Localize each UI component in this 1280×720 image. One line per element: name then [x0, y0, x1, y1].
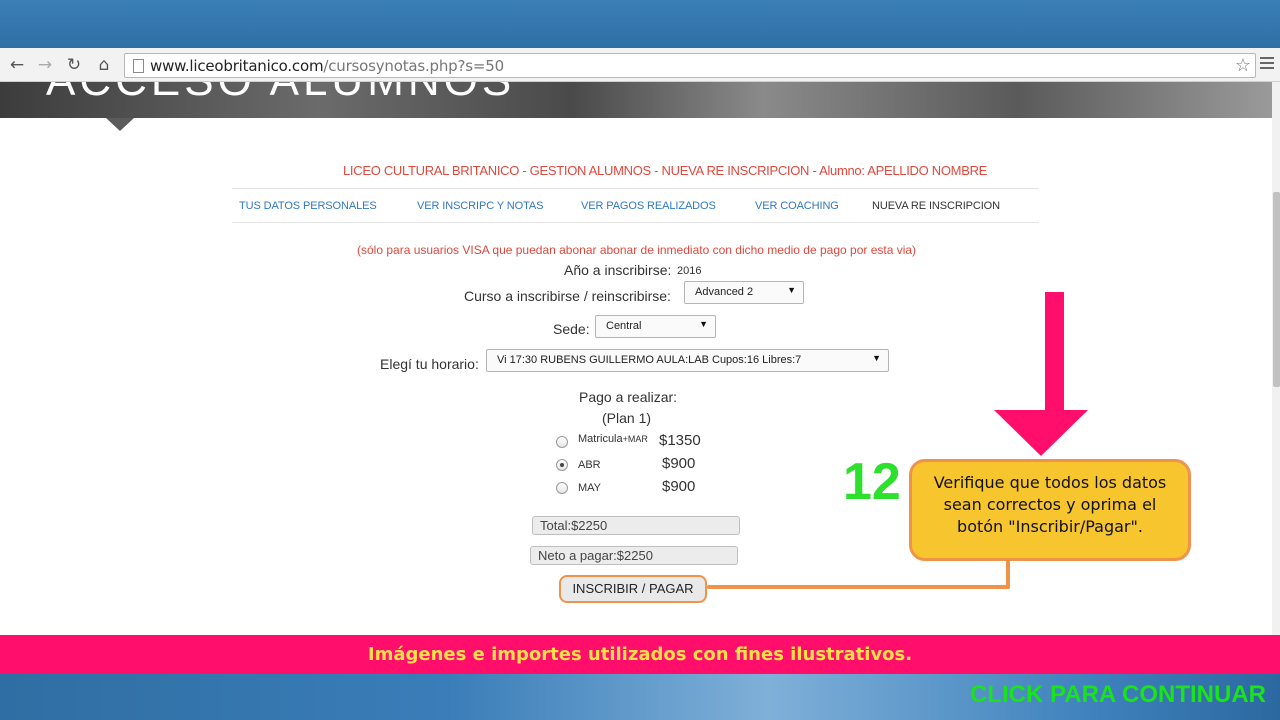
forward-icon[interactable]: → [34, 54, 56, 76]
home-icon[interactable]: ⌂ [93, 54, 115, 76]
hero-caret [106, 118, 134, 131]
radio-abr[interactable] [556, 459, 568, 471]
option-label: MAY [578, 482, 602, 494]
chevron-down-icon: ▼ [872, 353, 881, 363]
bookmark-star-icon[interactable]: ☆ [1235, 55, 1251, 76]
tab-pagos-realizados[interactable]: VER PAGOS REALIZADOS [581, 200, 716, 212]
nav-tabs: TUS DATOS PERSONALES VER INSCRIPC Y NOTA… [232, 188, 1039, 223]
payment-title: Pago a realizar: [579, 389, 678, 405]
continue-link[interactable]: CLICK PARA CONTINUAR [970, 681, 1266, 709]
reload-icon[interactable]: ↻ [63, 54, 85, 76]
instruction-callout: Verifique que todos los datos sean corre… [909, 459, 1191, 561]
callout-connector [707, 585, 1010, 589]
hero-banner: ACCESO ALUMNOS [0, 82, 1272, 118]
radio-may[interactable] [556, 482, 568, 494]
slide-top-band [0, 0, 1280, 48]
year-value: 2016 [677, 265, 702, 277]
course-label: Curso a inscribirse / reinscribirse: [464, 288, 671, 304]
option-label-main: Matricula [578, 433, 623, 445]
total-field: Total:$2250 [532, 516, 740, 535]
branch-label: Sede: [553, 321, 590, 337]
schedule-select[interactable]: Vi 17:30 RUBENS GUILLERMO AULA:LAB Cupos… [486, 349, 889, 372]
net-field: Neto a pagar:$2250 [530, 546, 738, 565]
callout-connector [1006, 560, 1010, 589]
option-price: $900 [662, 478, 696, 495]
chevron-down-icon: ▼ [699, 319, 708, 329]
scrollbar-thumb[interactable] [1273, 192, 1280, 387]
page-title: LICEO CULTURAL BRITANICO - GESTION ALUMN… [343, 163, 988, 178]
disclaimer-bar: Imágenes e importes utilizados con fines… [0, 635, 1280, 674]
schedule-select-value: Vi 17:30 RUBENS GUILLERMO AULA:LAB Cupos… [497, 354, 802, 366]
course-select-value: Advanced 2 [695, 286, 754, 298]
payment-plan: (Plan 1) [602, 410, 652, 426]
pointer-arrow-head-icon [994, 410, 1088, 456]
tab-inscripc-notas[interactable]: VER INSCRIPC Y NOTAS [417, 200, 543, 212]
scrollbar[interactable] [1272, 82, 1280, 635]
step-number: 12 [843, 453, 901, 511]
schedule-label: Elegí tu horario: [380, 356, 479, 372]
page-viewport: ACCESO ALUMNOS LICEO CULTURAL BRITANICO … [0, 82, 1272, 635]
year-label: Año a inscribirse: [564, 262, 672, 278]
url-path: /cursosynotas.php?s=50 [323, 57, 504, 75]
hero-title: ACCESO ALUMNOS [46, 82, 515, 106]
chevron-down-icon: ▼ [787, 285, 796, 295]
tab-nueva-reinscripcion[interactable]: NUEVA RE INSCRIPCION [872, 200, 1000, 212]
back-icon[interactable]: ← [6, 54, 28, 76]
browser-menu-icon[interactable] [1260, 57, 1274, 72]
option-label: ABR [578, 459, 601, 471]
branch-select-value: Central [606, 320, 642, 332]
course-select[interactable]: Advanced 2 ▼ [684, 281, 804, 304]
radio-matricula[interactable] [556, 436, 568, 448]
address-bar[interactable]: www.liceobritanico.com/cursosynotas.php?… [124, 53, 1256, 78]
pointer-arrow-icon [1045, 292, 1064, 412]
option-price: $900 [662, 455, 696, 472]
tab-datos-personales[interactable]: TUS DATOS PERSONALES [239, 200, 377, 212]
branch-select[interactable]: Central ▼ [595, 315, 716, 338]
browser-toolbar: ← → ↻ ⌂ www.liceobritanico.com/cursosyno… [0, 48, 1280, 82]
disclaimer-text: Imágenes e importes utilizados con fines… [367, 644, 913, 665]
tab-coaching[interactable]: VER COACHING [755, 200, 839, 212]
option-label: Matricula+MAR [578, 433, 648, 445]
page-icon [133, 59, 144, 73]
inscribir-pagar-button[interactable]: INSCRIBIR / PAGAR [559, 575, 707, 603]
url-domain: www.liceobritanico.com [150, 57, 324, 75]
option-label-sub: +MAR [622, 434, 648, 444]
option-price: $1350 [659, 432, 701, 449]
visa-note: (sólo para usuarios VISA que puedan abon… [357, 243, 917, 257]
url-text: www.liceobritanico.com/cursosynotas.php?… [150, 57, 504, 75]
